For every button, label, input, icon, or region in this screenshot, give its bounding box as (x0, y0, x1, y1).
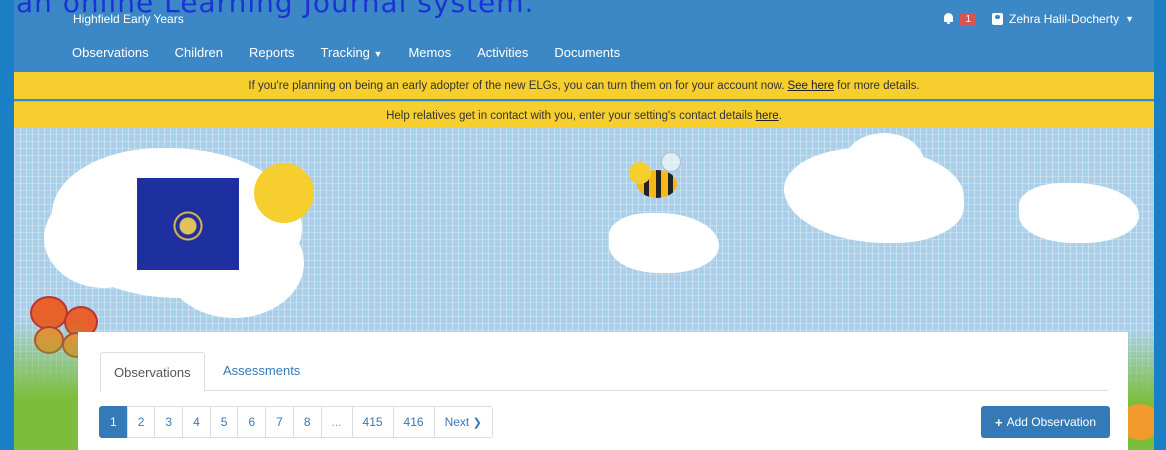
nav-reports[interactable]: Reports (249, 45, 295, 60)
observations-panel: Observations Assessments 1 2 3 4 5 6 7 8… (78, 332, 1128, 450)
left-edge (0, 0, 14, 450)
user-menu[interactable]: Zehra Halil-Docherty (1009, 12, 1119, 26)
nav-children[interactable]: Children (175, 45, 223, 60)
elg-see-here-link[interactable]: See here (787, 80, 834, 92)
cloud-decoration (1019, 183, 1139, 243)
nav-observations[interactable]: Observations (72, 45, 149, 60)
bell-icon[interactable] (943, 13, 954, 25)
next-label: Next (444, 415, 470, 429)
page-link[interactable]: 4 (182, 406, 211, 438)
contact-here-link[interactable]: here (756, 110, 779, 122)
app-frame: Highfield Early Years 1 Zehra Halil-Doch… (0, 0, 1166, 450)
plus-icon: + (995, 414, 1003, 430)
elg-banner-tail: for more details. (837, 79, 920, 92)
bee-icon (629, 152, 681, 198)
notification-badge[interactable]: 1 (960, 12, 977, 26)
right-edge (1154, 0, 1166, 450)
sun-icon (254, 163, 314, 223)
page-link[interactable]: 1 (99, 406, 128, 438)
cloud-decoration (844, 133, 924, 193)
page-ellipsis: ... (320, 406, 353, 438)
nav-documents[interactable]: Documents (554, 45, 620, 60)
chevron-right-icon: ❯ (472, 417, 482, 429)
bee-head (629, 162, 651, 184)
page-link[interactable]: 6 (237, 406, 267, 438)
contact-banner-tail: . (778, 109, 782, 122)
bee-wing (661, 152, 681, 172)
user-area: 1 Zehra Halil-Docherty ▼ (943, 12, 1134, 26)
pagination: 1 2 3 4 5 6 7 8 ... 415 416 Next ❯ (99, 406, 493, 438)
school-logo (137, 178, 239, 270)
nav-tracking-label: Tracking (320, 45, 370, 60)
elg-banner-text: If you're planning on being an early ado… (248, 79, 785, 92)
nav-activities[interactable]: Activities (477, 45, 528, 60)
nav-tracking[interactable]: Tracking ▼ (321, 45, 383, 60)
main-nav: Observations Children Reports Tracking ▼… (72, 45, 620, 60)
elg-banner: If you're planning on being an early ado… (14, 72, 1154, 99)
add-observation-button[interactable]: + Add Observation (981, 406, 1110, 438)
page-link[interactable]: 2 (126, 406, 156, 438)
tab-assessments[interactable]: Assessments (210, 352, 313, 389)
grass-decoration (14, 320, 84, 450)
page-link[interactable]: 415 (351, 406, 394, 438)
decorative-scene: Observations Assessments 1 2 3 4 5 6 7 8… (14, 128, 1154, 450)
user-icon (992, 13, 1004, 25)
tab-observations[interactable]: Observations (100, 352, 205, 392)
seal-icon (170, 208, 206, 244)
cloud-decoration (609, 213, 719, 273)
page-link[interactable]: 5 (209, 406, 239, 438)
add-observation-label: Add Observation (1006, 415, 1096, 429)
page-link[interactable]: 7 (265, 406, 294, 438)
page-link[interactable]: 416 (392, 406, 435, 438)
contact-banner-text: Help relatives get in contact with you, … (386, 109, 753, 122)
page-link[interactable]: 3 (154, 406, 184, 438)
contact-banner: Help relatives get in contact with you, … (14, 101, 1154, 129)
nav-memos[interactable]: Memos (408, 45, 451, 60)
next-page-button[interactable]: Next ❯ (433, 406, 493, 438)
page-caption: an online Learning Journal system. (16, 0, 535, 19)
caret-down-icon: ▼ (373, 49, 383, 59)
page-link[interactable]: 8 (292, 406, 322, 438)
caret-down-icon[interactable]: ▼ (1125, 14, 1134, 24)
panel-tabs: Observations Assessments (100, 352, 1108, 392)
